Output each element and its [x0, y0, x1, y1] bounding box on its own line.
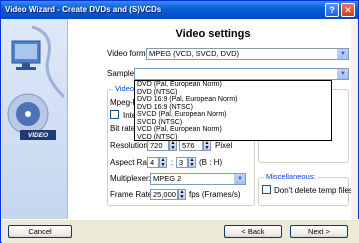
frame-rate-label: Frame Rate: [110, 190, 155, 199]
aspect-hint: (B : H) [199, 158, 223, 167]
aspect-separator: : [171, 158, 174, 167]
dont-delete-checkbox[interactable] [262, 185, 271, 194]
resolution-width-input[interactable]: 720 [147, 140, 169, 151]
next-button[interactable]: Next > [290, 225, 348, 238]
close-button[interactable]: ✕ [341, 3, 355, 17]
multiplexer-select[interactable]: MPEG 2 ▼ [150, 173, 246, 185]
chevron-down-icon: ▼ [337, 49, 348, 59]
sample-option[interactable]: DVD 16:9 (Pal, European Norm) [135, 96, 331, 104]
chevron-down-icon: ▼ [234, 174, 245, 184]
resolution-height-input[interactable]: 576 [179, 140, 203, 151]
aspect-a-spinner[interactable]: ▲ ▼ [159, 157, 167, 168]
dont-delete-label: Don't delete temp files [274, 186, 353, 195]
frame-rate-input[interactable]: 25,000 [150, 189, 178, 200]
sample-option[interactable]: DVD (Pal, European Norm) [135, 81, 331, 89]
multiplexer-label: Multiplexer: [110, 174, 151, 183]
video-badge: VIDEO [27, 132, 49, 139]
sample-option[interactable]: SVCD (Pal, European Norm) [135, 111, 331, 119]
sample-select[interactable]: ▼ [134, 68, 349, 80]
page-title: Video settings [175, 28, 251, 40]
video-format-select[interactable]: MPEG (VCD, SVCD, DVD) ▼ [146, 48, 349, 60]
wizard-window: Video Wizard - Create DVDs and (S)VCDs ?… [0, 0, 359, 243]
interlace-checkbox[interactable] [110, 110, 119, 119]
wizard-footer: Cancel < Back Next > [2, 219, 359, 243]
help-button[interactable]: ? [325, 3, 339, 17]
resolution-width-spinner[interactable]: ▲ ▼ [169, 140, 177, 151]
title-bar: Video Wizard - Create DVDs and (S)VCDs ?… [1, 1, 358, 19]
pixel-label: Pixel [215, 141, 233, 150]
aspect-b-spinner[interactable]: ▲ ▼ [188, 157, 196, 168]
frame-rate-unit: fps (Frames/s) [189, 190, 241, 199]
sample-option[interactable]: DVD 16:9 (NTSC) [135, 104, 331, 112]
screen-icon [15, 44, 37, 59]
video-format-value: MPEG (VCD, SVCD, DVD) [149, 49, 240, 58]
window-title: Video Wizard - Create DVDs and (S)VCDs [5, 5, 162, 14]
aspect-a-input[interactable]: 4 [147, 157, 159, 168]
cancel-button[interactable]: Cancel [8, 225, 72, 238]
sample-dropdown-list[interactable]: DVD (Pal, European Norm) DVD (NTSC) DVD … [134, 80, 332, 141]
resolution-height-spinner[interactable]: ▲ ▼ [203, 140, 211, 151]
sample-option[interactable]: SVCD (NTSC) [135, 119, 331, 127]
back-button[interactable]: < Back [224, 225, 282, 238]
wizard-sidebar: VIDEO [2, 19, 68, 219]
aspect-b-input[interactable]: 3 [176, 157, 188, 168]
sample-label: Sample: [107, 69, 137, 78]
sample-option[interactable]: DVD (NTSC) [135, 89, 331, 97]
multiplexer-value: MPEG 2 [153, 174, 182, 183]
video-wizard-illustration [7, 25, 66, 140]
resolution-label: Resolution: [110, 141, 151, 150]
chevron-down-icon: ▼ [337, 69, 348, 79]
frame-rate-spinner[interactable]: ▲ ▼ [178, 189, 186, 200]
right-scrollbar[interactable] [351, 20, 358, 219]
misc-group-title: Miscellaneous: [264, 172, 318, 181]
sample-option[interactable]: VCD (Pal, European Norm) [135, 126, 331, 134]
sample-option[interactable]: VCD (NTSC) [135, 134, 331, 142]
